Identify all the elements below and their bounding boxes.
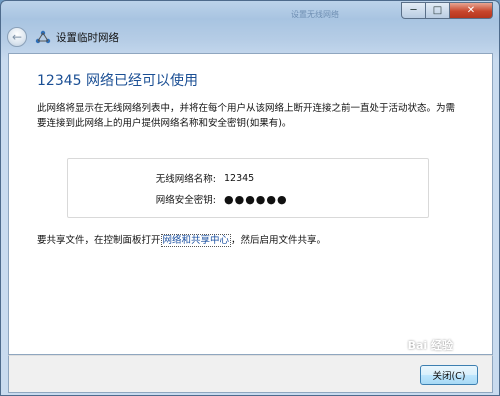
- network-name-value: 12345: [224, 172, 255, 184]
- security-key-label: 网络安全密钥:: [155, 195, 216, 206]
- close-button[interactable]: 关闭(C): [420, 365, 478, 385]
- back-arrow-icon: ←: [11, 30, 23, 44]
- nav-bar: ← 设置临时网络: [7, 25, 487, 49]
- watermark: Bai 经验: [407, 339, 453, 352]
- title-bar: 设置无线网络 ─ □ ✕: [1, 1, 499, 21]
- page-title: 设置临时网络: [56, 31, 119, 44]
- back-button[interactable]: ←: [7, 27, 27, 47]
- description-text: 此网络将显示在无线网络列表中，并将在每个用户从该网络上断开连接之前一直处于活动状…: [37, 103, 456, 129]
- window-title: 设置无线网络: [291, 10, 339, 19]
- security-key-row: 网络安全密钥: ●●●●●●: [68, 191, 430, 207]
- security-key-value: ●●●●●●: [224, 192, 288, 206]
- main-heading: 12345 网络已经可以使用: [37, 73, 198, 89]
- share-instruction: 要共享文件，在控制面板打开 网络和共享中心 ，然后启用文件共享。: [37, 232, 327, 247]
- content-panel: 12345 网络已经可以使用 此网络将显示在无线网络列表中，并将在每个用户从该网…: [8, 53, 493, 355]
- dialog-window: 设置无线网络 ─ □ ✕ ← 设置临时网络 12345 网络已经可以使用 此网络…: [0, 0, 500, 396]
- network-sharing-center-link[interactable]: 网络和共享中心: [160, 234, 232, 247]
- network-icon: [35, 30, 51, 44]
- network-info-box: 无线网络名称: 12345 网络安全密钥: ●●●●●●: [67, 158, 429, 218]
- share-suffix: ，然后启用文件共享。: [231, 235, 327, 246]
- caption-buttons: ─ □ ✕: [401, 2, 493, 19]
- share-prefix: 要共享文件，在控制面板打开: [37, 235, 161, 246]
- network-name-label: 无线网络名称:: [155, 174, 216, 185]
- dialog-footer: 关闭(C): [8, 355, 493, 393]
- maximize-button[interactable]: □: [426, 2, 450, 19]
- network-name-row: 无线网络名称: 12345: [68, 170, 430, 186]
- close-window-button[interactable]: ✕: [450, 2, 493, 19]
- minimize-button[interactable]: ─: [401, 2, 426, 19]
